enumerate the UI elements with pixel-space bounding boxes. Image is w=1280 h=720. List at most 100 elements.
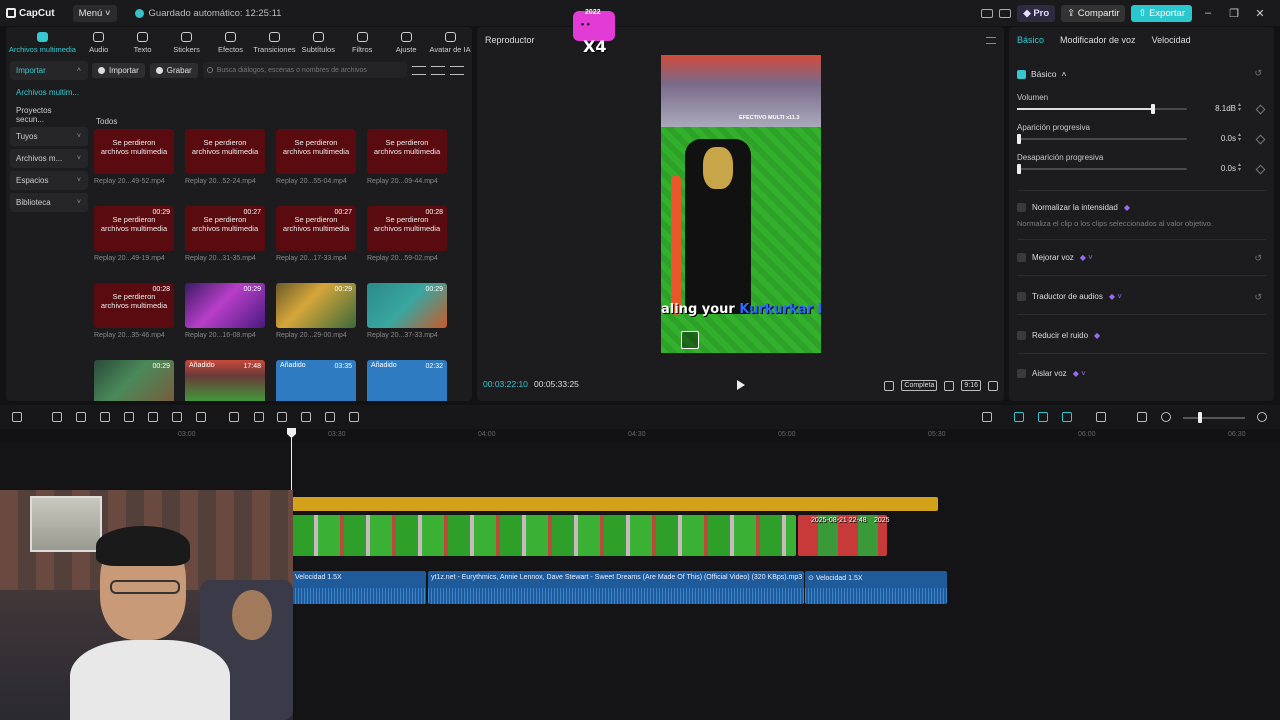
snapshot-icon[interactable] <box>884 380 895 391</box>
media-item[interactable]: Se perdieron archivos multimedia Replay 2… <box>276 129 356 185</box>
volume-knob[interactable] <box>1151 104 1155 114</box>
audio-clip-2[interactable]: yt1z.net - Eurythmics, Annie Lennox, Dav… <box>428 571 804 604</box>
tool-tab[interactable]: Efectos <box>209 32 253 57</box>
basic-checkbox[interactable] <box>1017 69 1026 79</box>
tool-tab[interactable]: Subtítulos <box>296 32 340 57</box>
preview-axis-icon[interactable] <box>1096 412 1106 422</box>
tool-tab[interactable]: Stickers <box>165 32 209 57</box>
media-thumbnail[interactable]: 00:29 <box>94 360 174 401</box>
tool-tab[interactable]: Transiciones <box>252 32 296 57</box>
fade-in-knob[interactable] <box>1017 134 1021 144</box>
video-preview[interactable]: EFECTIVO MULTI x11.3 aling your Kurkurka… <box>661 55 821 353</box>
audio-clip-3[interactable]: ⊙ Velocidad 1.5X <box>805 571 947 604</box>
link-icon[interactable] <box>1062 412 1072 422</box>
mirror-icon[interactable] <box>277 412 287 422</box>
split-icon[interactable] <box>100 412 110 422</box>
fade-out-stepper[interactable]: ▴ ▾ <box>1238 162 1244 173</box>
fade-in-value[interactable]: 0.0s <box>1206 134 1236 143</box>
reset-icon[interactable]: ↺ <box>1254 292 1262 303</box>
media-item[interactable]: Se perdieron archivos multimedia 00:28 Rep… <box>367 206 447 262</box>
marker-icon[interactable] <box>254 412 264 422</box>
reset-icon[interactable]: ↺ <box>1254 253 1262 264</box>
zoom-out-icon[interactable] <box>1161 412 1171 422</box>
zoom-slider[interactable] <box>1183 417 1245 419</box>
undo-icon[interactable] <box>52 412 62 422</box>
fade-in-keyframe-icon[interactable] <box>1255 134 1266 145</box>
media-item[interactable]: Añadido03:35yt1z.net -... KBps).mp3 <box>276 360 356 401</box>
layout-icon[interactable] <box>981 8 994 18</box>
noise-reduction-option[interactable]: Reducir el ruido ◆ <box>1017 331 1100 340</box>
player-menu-icon[interactable] <box>986 37 996 44</box>
media-thumbnail[interactable]: Se perdieron archivos multimedia 00:28 <box>94 283 174 328</box>
volume-value[interactable]: 8.1dB <box>1206 104 1236 113</box>
menu-button[interactable]: Menú ˅ <box>72 4 117 22</box>
export-button[interactable]: ⇧ Exportar <box>1131 4 1192 22</box>
media-item[interactable]: Se perdieron archivos multimedia Replay 2… <box>94 129 174 185</box>
sort-icon[interactable] <box>431 65 445 75</box>
fade-out-value[interactable]: 0.0s <box>1206 164 1236 173</box>
volume-keyframe-icon[interactable] <box>1255 104 1266 115</box>
quality-button[interactable]: Completa <box>901 380 938 391</box>
media-item[interactable]: Se perdieron archivos multimedia 00:27 Rep… <box>185 206 265 262</box>
timeline-ruler[interactable]: 03:00 03:30 04:00 04:30 05:00 05:30 06:00 06:30 <box>0 429 1280 443</box>
microphone-icon[interactable] <box>982 412 992 422</box>
sidebar-item[interactable]: Tuyos ˅ <box>10 127 88 146</box>
media-thumbnail[interactable]: Se perdieron archivos multimedia 00:27 <box>276 206 356 251</box>
fit-icon[interactable] <box>944 380 955 391</box>
split-right-icon[interactable] <box>148 412 158 422</box>
tool-tab[interactable]: Audio <box>77 32 121 57</box>
fade-out-slider[interactable] <box>1017 164 1187 174</box>
media-item[interactable]: 00:29 Replay 20...37-33.mp4 <box>367 283 447 339</box>
reset-icon[interactable]: ↺ <box>1254 68 1262 79</box>
media-item[interactable]: Se perdieron archivos multimedia 00:27 Rep… <box>276 206 356 262</box>
media-thumbnail[interactable]: Añadido 02:32 <box>367 360 447 401</box>
normalize-option[interactable]: Normalizar la intensidad ◆ <box>1017 203 1130 212</box>
video-clip-main[interactable] <box>292 515 796 556</box>
search-input[interactable]: Busca diálogos, escenas o nombres de arc… <box>202 62 407 78</box>
split-left-icon[interactable] <box>124 412 134 422</box>
media-item[interactable]: 00:29Replay 20...33-44.mp4 <box>94 360 174 401</box>
import-button[interactable]: Importar <box>92 62 145 78</box>
media-thumbnail[interactable]: Añadido 03:35 <box>276 360 356 401</box>
tool-tab[interactable]: Filtros <box>340 32 384 57</box>
media-thumbnail[interactable]: 00:29 <box>185 283 265 328</box>
normalize-checkbox[interactable] <box>1017 203 1026 212</box>
inspector-tab[interactable]: Básico <box>1017 35 1044 53</box>
enhance-voice-checkbox[interactable] <box>1017 253 1026 262</box>
record-button[interactable]: Grabar <box>149 62 198 78</box>
caption-icon[interactable] <box>1137 412 1147 422</box>
fade-out-keyframe-icon[interactable] <box>1255 164 1266 175</box>
shortcuts-icon[interactable] <box>999 8 1012 18</box>
sidebar-item[interactable]: Archivos multim... <box>10 83 88 102</box>
media-thumbnail[interactable]: 00:29 <box>367 283 447 328</box>
tool-tab[interactable]: Avatar de IA <box>428 32 472 57</box>
media-thumbnail[interactable]: Se perdieron archivos multimedia <box>276 129 356 174</box>
media-item[interactable]: Añadido02:32yt1z.net -... KBps).mp3 <box>367 360 447 401</box>
sidebar-item[interactable]: Proyectos secun... <box>10 105 88 124</box>
freeze-icon[interactable] <box>229 412 239 422</box>
volume-stepper[interactable]: ▴ ▾ <box>1238 102 1244 113</box>
media-thumbnail[interactable]: Añadido 17:48 <box>185 360 265 401</box>
crop-icon[interactable] <box>349 412 359 422</box>
media-item[interactable]: Añadido17:482025-08-...8-48.mp4 <box>185 360 265 401</box>
noise-reduction-checkbox[interactable] <box>1017 331 1026 340</box>
media-item[interactable]: Se perdieron archivos multimedia 00:29 Rep… <box>94 206 174 262</box>
inspector-tab[interactable]: Modificador de voz <box>1060 35 1136 53</box>
tool-tab[interactable]: Texto <box>121 32 165 57</box>
media-thumbnail[interactable]: Se perdieron archivos multimedia 00:28 <box>367 206 447 251</box>
ai-edit-icon[interactable] <box>301 412 311 422</box>
audio-split-icon[interactable] <box>325 412 335 422</box>
media-thumbnail[interactable]: Se perdieron archivos multimedia 00:27 <box>185 206 265 251</box>
maximize-icon[interactable]: ❐ <box>1224 7 1244 20</box>
playhead[interactable] <box>291 429 292 491</box>
magnet-icon[interactable] <box>1038 412 1048 422</box>
shield-icon[interactable] <box>196 412 206 422</box>
close-icon[interactable]: ✕ <box>1250 7 1270 20</box>
delete-icon[interactable] <box>172 412 182 422</box>
tool-tab[interactable]: Archivos multimedia <box>8 32 77 57</box>
media-item[interactable]: 00:29 Replay 20...16-08.mp4 <box>185 283 265 339</box>
translate-option[interactable]: Traductor de audios ◆ ˅ <box>1017 292 1122 301</box>
fullscreen-icon[interactable] <box>988 380 998 391</box>
isolate-voice-checkbox[interactable] <box>1017 369 1026 378</box>
redo-icon[interactable] <box>76 412 86 422</box>
